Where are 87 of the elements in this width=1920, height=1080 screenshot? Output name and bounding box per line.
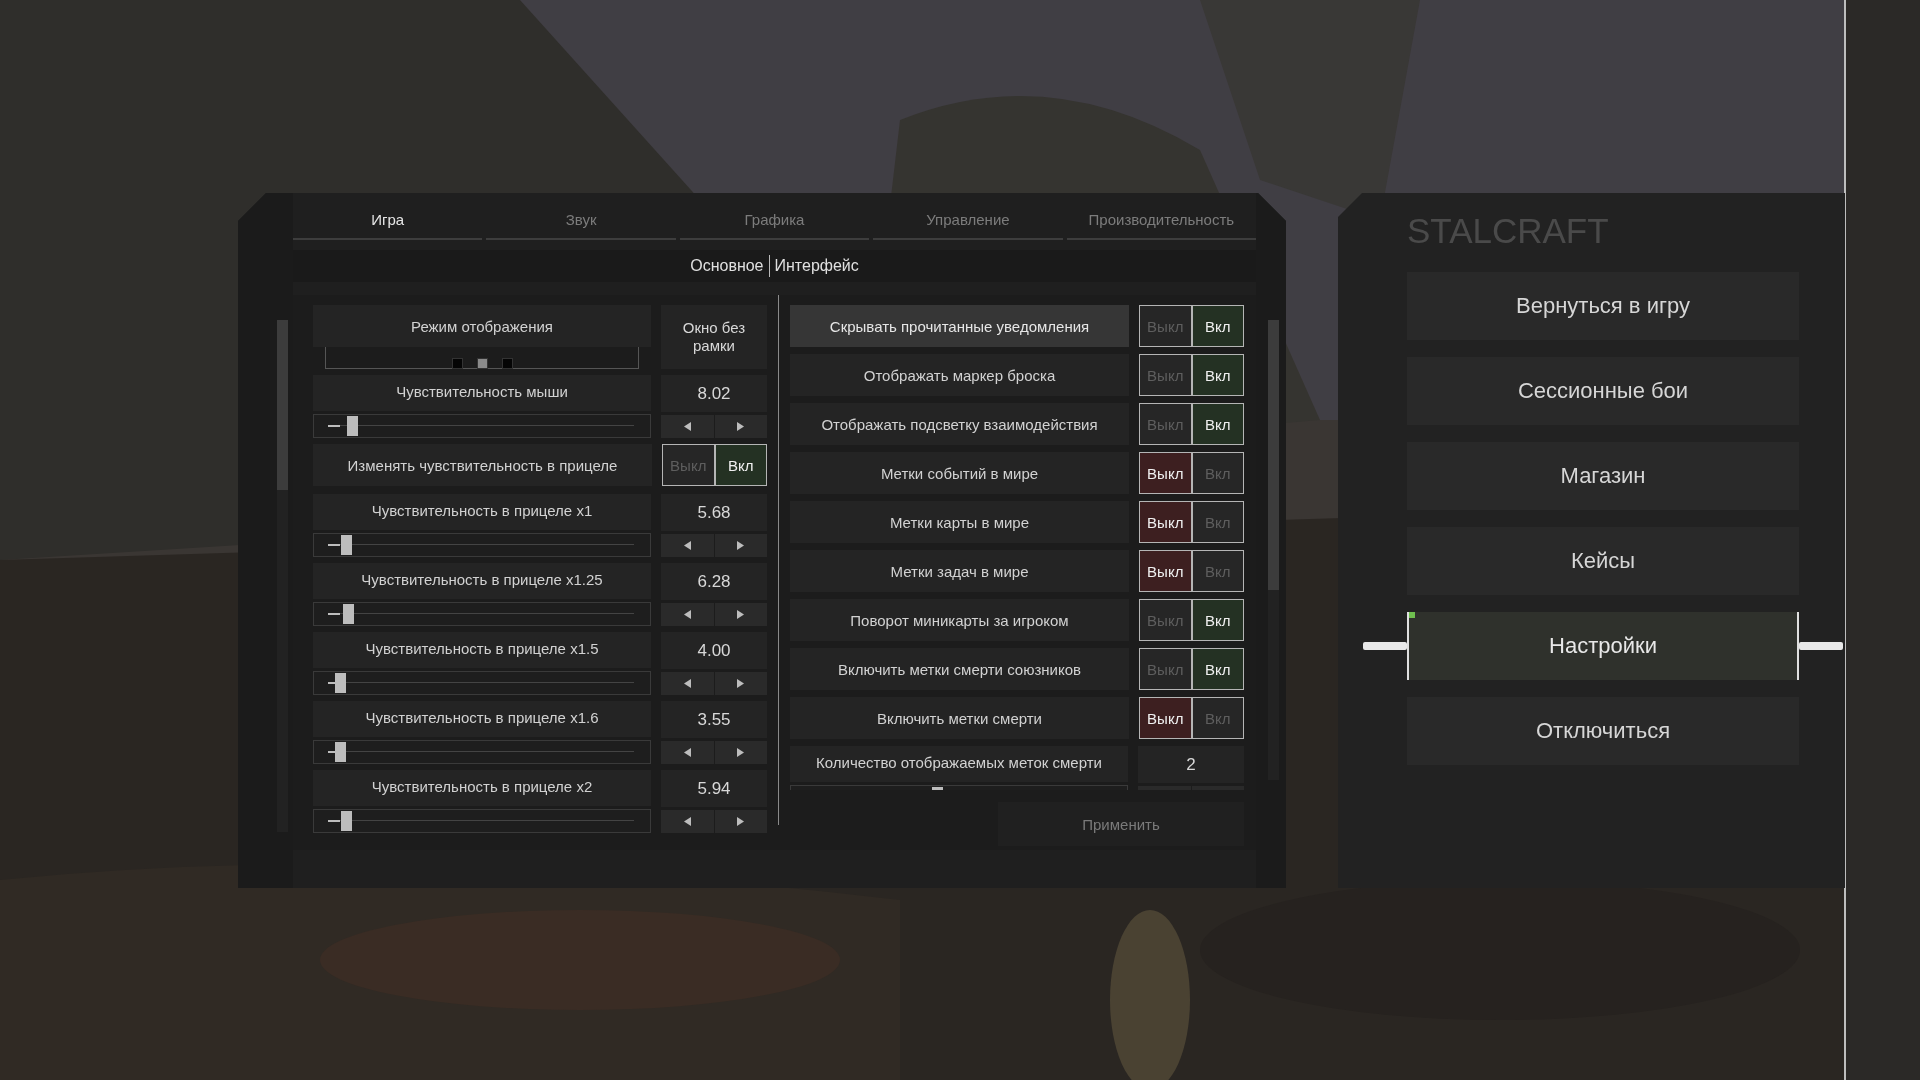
increase-button[interactable] bbox=[714, 534, 767, 557]
left-arrow-icon bbox=[683, 541, 691, 550]
decrease-button[interactable] bbox=[661, 534, 714, 557]
setting-label: Режим отображения bbox=[313, 305, 651, 347]
value-field: 3.55 bbox=[661, 701, 767, 738]
value-field: 4.00 bbox=[661, 632, 767, 669]
left-arrow-icon bbox=[683, 610, 691, 619]
menu-button[interactable]: Кейсы bbox=[1407, 527, 1799, 595]
value-field: 5.94 bbox=[661, 770, 767, 807]
setting-label: Чувствительность в прицеле x1.5 bbox=[313, 632, 651, 668]
menu-button[interactable]: Магазин bbox=[1407, 442, 1799, 510]
right-arrow-icon bbox=[737, 679, 745, 688]
increase-button[interactable] bbox=[714, 741, 767, 764]
subtab[interactable]: Основное bbox=[690, 257, 764, 275]
right-arrow-icon bbox=[737, 541, 745, 550]
on-option[interactable]: Вкл bbox=[1192, 649, 1243, 689]
value-field: 8.02 bbox=[661, 375, 767, 412]
on-option[interactable]: Вкл bbox=[1192, 600, 1243, 640]
value-field: 5.68 bbox=[661, 494, 767, 531]
slider[interactable] bbox=[313, 602, 651, 626]
decrease-button[interactable] bbox=[661, 603, 714, 626]
slider-thumb[interactable] bbox=[341, 535, 353, 555]
increase-button[interactable] bbox=[714, 603, 767, 626]
setting-label: Метки событий в мире bbox=[790, 452, 1129, 494]
scrollbar[interactable] bbox=[277, 320, 288, 832]
slider[interactable] bbox=[313, 740, 651, 764]
increase-button[interactable] bbox=[714, 415, 767, 438]
on-option[interactable]: Вкл bbox=[715, 445, 766, 485]
decrease-button[interactable] bbox=[661, 672, 714, 695]
setting-label: Чувствительность в прицеле x1 bbox=[313, 494, 651, 530]
setting-label: Метки задач в мире bbox=[790, 550, 1129, 592]
left-arrow-icon bbox=[683, 679, 691, 688]
off-option[interactable]: Выкл bbox=[1140, 551, 1191, 591]
slider-thumb[interactable] bbox=[335, 673, 347, 693]
left-arrow-icon bbox=[683, 817, 691, 826]
left-arrow-icon bbox=[683, 748, 691, 757]
slider[interactable] bbox=[313, 533, 651, 557]
menu-button[interactable]: Сессионные бои bbox=[1407, 357, 1799, 425]
scrollbar[interactable] bbox=[1268, 320, 1279, 780]
decrease-button[interactable] bbox=[661, 415, 714, 438]
value-field: Окно без рамки bbox=[661, 305, 767, 369]
setting-label: Чувствительность в прицеле x2 bbox=[313, 770, 651, 806]
setting-label: Количество отображаемых меток смерти bbox=[790, 746, 1128, 782]
menu-button[interactable]: Отключиться bbox=[1407, 697, 1799, 765]
right-arrow-icon bbox=[737, 610, 745, 619]
slider-thumb[interactable] bbox=[335, 742, 347, 762]
decrease-button[interactable] bbox=[661, 741, 714, 764]
setting-label: Чувствительность мыши bbox=[313, 375, 651, 411]
selection-bar bbox=[1799, 642, 1843, 650]
off-option[interactable]: Выкл bbox=[1140, 453, 1191, 493]
setting-label: Отображать маркер броска bbox=[790, 354, 1129, 396]
right-arrow-icon bbox=[737, 817, 745, 826]
right-arrow-icon bbox=[737, 748, 745, 757]
selection-bar bbox=[1363, 642, 1407, 650]
left-arrow-icon bbox=[683, 422, 691, 431]
right-arrow-icon bbox=[737, 422, 745, 431]
setting-label: Чувствительность в прицеле x1.25 bbox=[313, 563, 651, 599]
on-option[interactable]: Вкл bbox=[1192, 404, 1243, 444]
on-option[interactable]: Вкл bbox=[1192, 355, 1243, 395]
slider-thumb[interactable] bbox=[342, 604, 354, 624]
decrease-button[interactable] bbox=[661, 810, 714, 833]
slider[interactable] bbox=[313, 414, 651, 438]
off-option[interactable]: Выкл bbox=[1140, 698, 1191, 738]
menu-button[interactable]: Вернуться в игру bbox=[1407, 272, 1799, 340]
mode-selector[interactable] bbox=[325, 347, 639, 369]
slider-thumb[interactable] bbox=[341, 811, 353, 831]
setting-label: Отображать подсветку взаимодействия bbox=[790, 403, 1129, 445]
setting-label: Метки карты в мире bbox=[790, 501, 1129, 543]
slider-thumb[interactable] bbox=[347, 416, 359, 436]
setting-label: Скрывать прочитанные уведомления bbox=[790, 305, 1129, 347]
increase-button[interactable] bbox=[714, 810, 767, 833]
setting-label: Включить метки смерти bbox=[790, 697, 1129, 739]
on-option[interactable]: Вкл bbox=[1192, 306, 1243, 346]
selector-thumb[interactable] bbox=[476, 358, 488, 369]
setting-label: Изменять чувствительность в прицеле bbox=[313, 444, 652, 486]
apply-button[interactable]: Применить bbox=[998, 802, 1244, 846]
setting-label: Включить метки смерти союзников bbox=[790, 648, 1129, 690]
setting-label: Поворот миникарты за игроком bbox=[790, 599, 1129, 641]
increase-button[interactable] bbox=[714, 672, 767, 695]
value-field: 2 bbox=[1138, 746, 1244, 783]
value-field: 6.28 bbox=[661, 563, 767, 600]
menu-button[interactable]: Настройки bbox=[1407, 612, 1799, 680]
setting-label: Чувствительность в прицеле x1.6 bbox=[313, 701, 651, 737]
subtab[interactable]: Интерфейс bbox=[774, 257, 859, 275]
slider[interactable] bbox=[313, 671, 651, 695]
off-option[interactable]: Выкл bbox=[1140, 502, 1191, 542]
slider[interactable] bbox=[313, 809, 651, 833]
